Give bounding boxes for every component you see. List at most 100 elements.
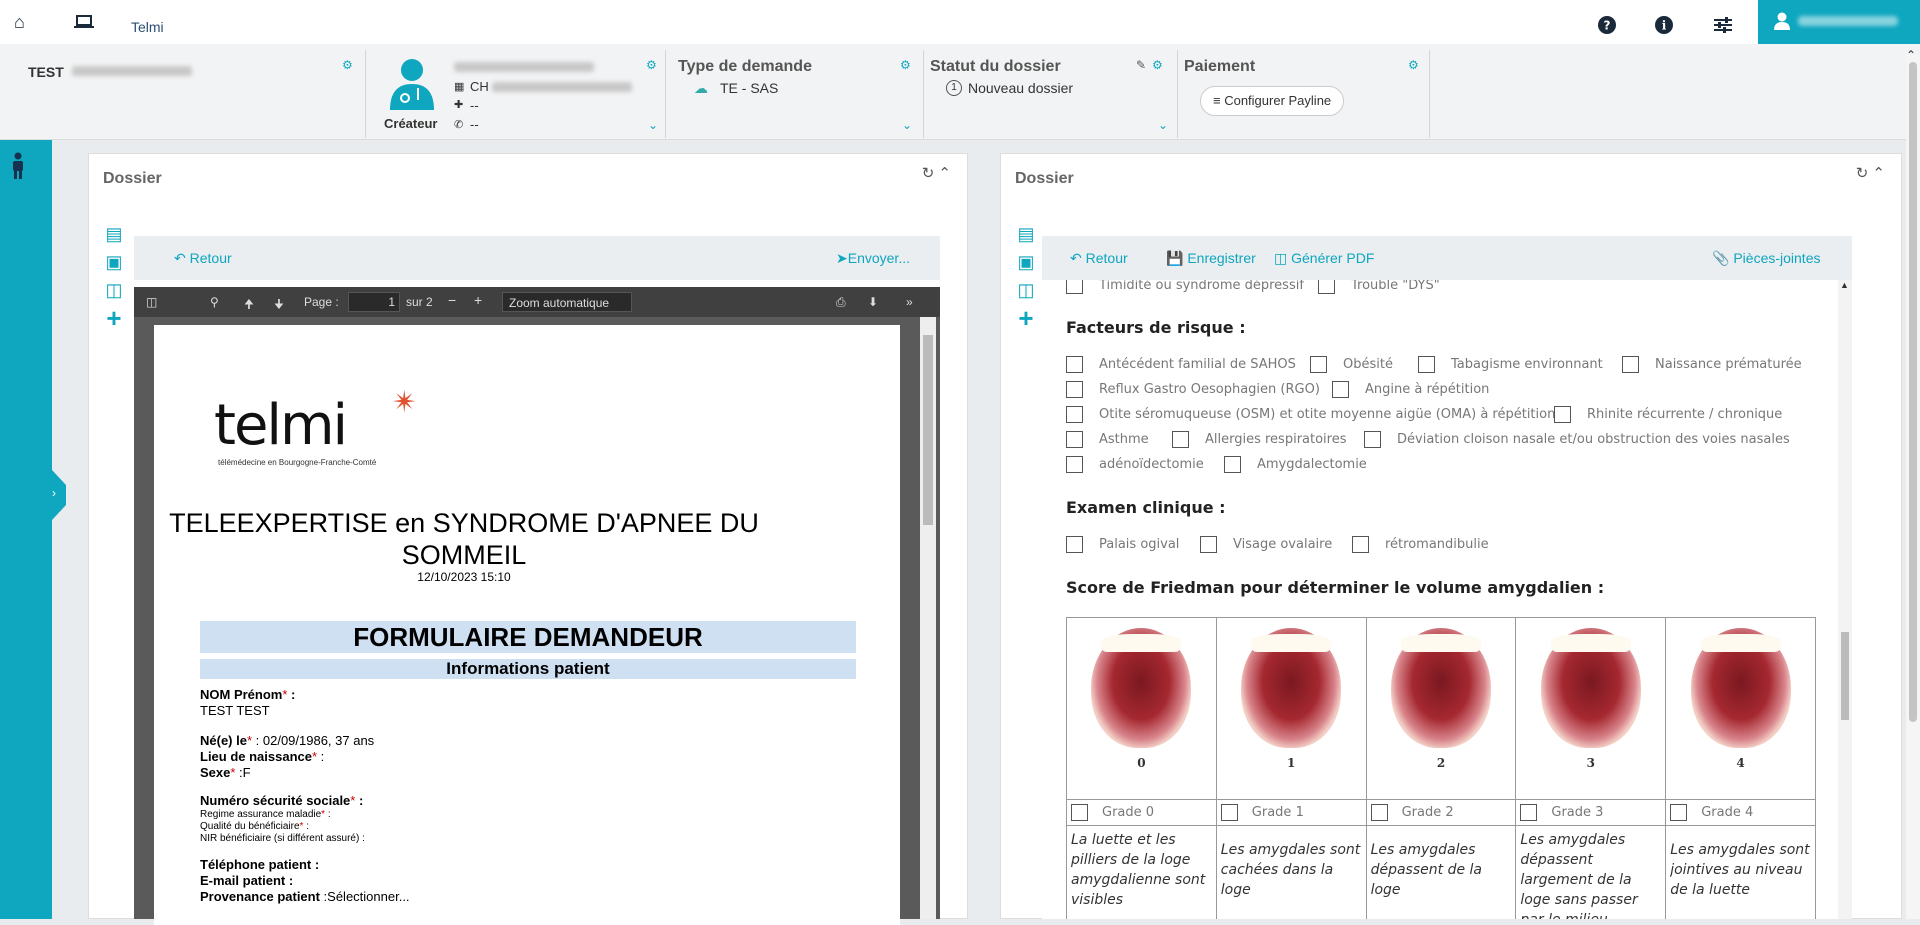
help-icon[interactable]: ? [1598,16,1616,37]
svg-text:i: i [1662,19,1667,33]
checkbox-grade-0[interactable]: Grade 0 [1066,799,1217,826]
document-icon[interactable]: ▤ [1015,220,1037,248]
sidebar-toggle[interactable]: › [52,470,66,520]
person-icon[interactable] [9,152,27,183]
checkbox-otite[interactable]: Otite séromuqueuse (OSM) et otite moyenn… [1066,406,1555,423]
generate-pdf-button[interactable]: ◫ Générer PDF [1274,250,1374,267]
status-settings-icon[interactable]: ⚙ [1152,58,1163,72]
checkbox-angine[interactable]: Angine à répétition [1332,381,1489,398]
grade-desc-cell: Les amygdales dépassent largement de la … [1515,825,1667,919]
creator-phone1: -- [470,98,479,113]
checkbox-cloison[interactable]: Déviation cloison nasale et/ou obstructi… [1364,431,1790,448]
checkbox-dys[interactable]: Trouble "DYS" [1318,280,1440,294]
facility-name-redacted [492,82,632,92]
checkbox-amygdalectomie[interactable]: Amygdalectomie [1224,456,1367,473]
save-button[interactable]: 💾 Enregistrer [1166,250,1256,267]
logo-subtitle: télémédecine en Bourgogne-Franche-Comté [218,458,377,467]
left-panel-refresh-collapse[interactable]: ↻ ⌃ [922,164,951,182]
zoom-in-icon[interactable]: + [474,292,482,308]
page-number-input[interactable]: 1 [348,292,400,312]
send-button[interactable]: ➤Envoyer... [836,250,910,267]
edit-status-icon[interactable]: ✎ [1136,58,1146,72]
checkbox-visage[interactable]: Visage ovalaire [1200,536,1332,553]
zoom-select[interactable]: Zoom automatique [502,292,632,312]
pdf-title-line1: TELEEXPERTISE en SYNDROME D'APNEE DU [169,508,759,538]
checkbox-grade-1[interactable]: Grade 1 [1215,799,1367,826]
checkbox-adenoidectomie[interactable]: adénoïdectomie [1066,456,1204,473]
download-icon[interactable]: ⬇ [868,295,878,309]
payment-settings-icon[interactable]: ⚙ [1408,58,1419,72]
info-icon[interactable]: i [1655,16,1673,37]
checkbox-premature[interactable]: Naissance prématurée [1622,356,1802,373]
prev-page-icon[interactable]: 🠉 [244,295,254,316]
friedman-table: 0 1 2 3 4 Grade 0 Grade 1 Grade 2 Grade … [1066,617,1816,919]
creator-expand-icon[interactable]: ⌄ [648,118,658,132]
checkbox-rhinite[interactable]: Rhinite récurrente / chronique [1554,406,1782,423]
checkbox-obesite[interactable]: Obésité [1310,356,1393,373]
page-label: Page : [304,295,339,309]
add-icon[interactable]: + [1015,304,1037,332]
right-panel-refresh-collapse[interactable]: ↻ ⌃ [1856,164,1885,182]
telmi-logo: telmi ✴ télémédecine en Bourgogne-Franch… [214,386,417,467]
home-icon[interactable]: ⌂ [14,12,25,33]
dob-value: : 02/09/1986, 37 ans [252,733,375,748]
grade-label: Grade 1 [1251,805,1304,820]
next-page-icon[interactable]: 🠋 [274,295,284,316]
checkbox-timidite[interactable]: Timidité ou syndrome dépressif [1066,280,1304,294]
creator-facility: CH [470,79,489,94]
creator-settings-icon[interactable]: ⚙ [646,58,657,72]
attachments-button[interactable]: 📎 Pièces-jointes [1712,250,1820,267]
checkbox-grade-2[interactable]: Grade 2 [1365,799,1517,826]
pdf-patient-info: NOM Prénom* : TEST TEST Né(e) le* : 02/0… [200,687,410,904]
document-icon[interactable]: ▤ [103,220,125,248]
sexe-label: Sexe [200,765,231,780]
patient-settings-icon[interactable]: ⚙ [342,58,353,72]
left-back-label: Retour [189,250,232,266]
request-type-settings-icon[interactable]: ⚙ [900,58,911,72]
label-obesite: Obésité [1343,357,1393,372]
checkbox-allergies[interactable]: Allergies respiratoires [1172,431,1347,448]
checkbox-grade-3[interactable]: Grade 3 [1515,799,1667,826]
page-scrollbar-thumb[interactable] [1909,62,1917,722]
pdf-viewer[interactable]: telmi ✴ télémédecine en Bourgogne-Franch… [134,317,940,925]
page-scrollbar[interactable] [1906,54,1920,919]
zoom-out-icon[interactable]: − [448,292,456,308]
checkbox-palais[interactable]: Palais ogival [1066,536,1179,553]
friedman-title: Score de Friedman pour déterminer le vol… [1066,578,1605,597]
questionnaire-form[interactable]: Timidité ou syndrome dépressif Trouble "… [1042,280,1838,919]
search-icon[interactable]: ⚲ [210,295,219,309]
pdf-icon[interactable]: ◫ [1015,276,1037,304]
right-back-button[interactable]: ↶ Retour [1070,250,1128,267]
image-icon[interactable]: ▣ [1015,248,1037,276]
add-icon[interactable]: + [103,304,125,332]
user-menu[interactable] [1758,0,1920,44]
pdf-scrollbar-thumb[interactable] [923,335,933,525]
image-icon[interactable]: ▣ [103,248,125,276]
scroll-up-icon[interactable]: ▲ [1840,280,1849,290]
checkbox-retromandibulie[interactable]: rétromandibulie [1352,536,1489,553]
patient-name: TEST [28,64,64,80]
more-tools-icon[interactable]: » [906,295,913,309]
checkbox-tabagisme[interactable]: Tabagisme environnant [1418,356,1603,373]
checkbox-grade-4[interactable]: Grade 4 [1665,799,1816,826]
pdf-scrollbar[interactable] [920,317,936,919]
print-icon[interactable]: ⎙ [836,295,846,310]
regime-label: Regime assurance maladie [200,809,322,820]
label-rgo: Reflux Gastro Oesophagien (RGO) [1099,382,1320,397]
form-scrollbar-thumb[interactable] [1841,632,1849,720]
form-scrollbar[interactable]: ▲ [1838,280,1852,919]
laptop-icon[interactable] [74,14,94,33]
checkbox-sahos[interactable]: Antécédent familial de SAHOS [1066,356,1296,373]
sliders-icon[interactable] [1714,17,1732,36]
left-back-button[interactable]: ↶ Retour [174,250,232,267]
label-allergies: Allergies respiratoires [1205,432,1347,447]
request-type-expand-icon[interactable]: ⌄ [902,118,912,132]
checkbox-rgo[interactable]: Reflux Gastro Oesophagien (RGO) [1066,381,1320,398]
status-expand-icon[interactable]: ⌄ [1158,118,1168,132]
left-action-bar: ↶ Retour ➤Envoyer... [134,236,940,280]
pdf-icon[interactable]: ◫ [103,276,125,304]
brand-link[interactable]: Telmi [131,19,164,35]
toggle-sidebar-icon[interactable]: ◫ [146,295,157,309]
checkbox-asthme[interactable]: Asthme [1066,431,1149,448]
configure-payline-button[interactable]: ≡ Configurer Payline [1200,86,1345,116]
